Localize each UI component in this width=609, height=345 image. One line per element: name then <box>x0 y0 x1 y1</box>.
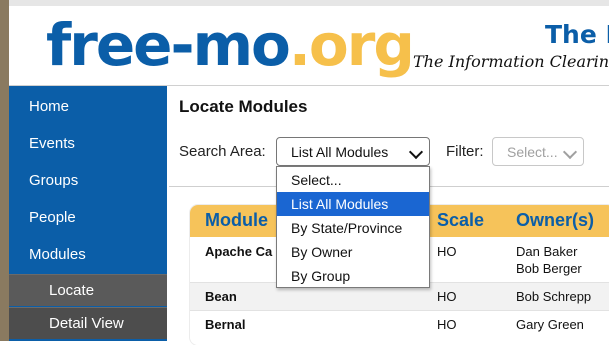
site-title: The I <box>545 20 609 49</box>
dropdown-option-by-owner[interactable]: By Owner <box>277 240 429 264</box>
module-scale: HO <box>437 244 457 259</box>
background-strip <box>0 0 9 341</box>
column-header-owners[interactable]: Owner(s) <box>516 210 594 231</box>
column-header-scale[interactable]: Scale <box>437 210 484 231</box>
dropdown-option-by-state-province[interactable]: By State/Province <box>277 216 429 240</box>
search-area-value: List All Modules <box>291 144 389 160</box>
sidebar-subitem-detail-view[interactable]: Detail View <box>9 307 167 339</box>
dropdown-option-select[interactable]: Select... <box>277 168 429 192</box>
filter-select[interactable]: Select... <box>492 137 584 166</box>
sidebar-subitem-locate[interactable]: Locate <box>9 274 167 306</box>
sidebar-item-home[interactable]: Home <box>9 88 167 125</box>
sidebar-item-events[interactable]: Events <box>9 125 167 162</box>
module-owner[interactable]: Gary Green <box>516 316 584 333</box>
sidebar-nav: Home Events Groups People Modules Locate… <box>9 86 167 341</box>
module-owner[interactable]: Bob Schrepp <box>516 288 591 305</box>
sidebar-item-modules[interactable]: Modules <box>9 236 167 273</box>
module-scale: HO <box>437 317 457 332</box>
search-area-select[interactable]: List All Modules <box>276 137 430 166</box>
module-owner[interactable]: Bob Berger <box>516 260 582 277</box>
site-tagline: The Information Clearing <box>413 52 609 71</box>
module-name[interactable]: Bernal <box>205 316 245 333</box>
logo-tld-text: .org <box>288 11 415 79</box>
page-title: Locate Modules <box>179 97 308 116</box>
sidebar-item-people[interactable]: People <box>9 199 167 236</box>
logo-main-text: free-mo <box>46 11 291 79</box>
chevron-down-icon <box>408 144 424 160</box>
chevron-down-icon <box>562 144 578 160</box>
search-area-dropdown: Select... List All Modules By State/Prov… <box>276 166 430 288</box>
module-name[interactable]: Apache Ca <box>205 243 272 260</box>
module-owner[interactable]: Dan Baker <box>516 243 577 260</box>
column-header-module[interactable]: Module <box>205 210 268 231</box>
search-area-label: Search Area: <box>179 143 266 160</box>
table-row[interactable]: Bernal HO Gary Green <box>190 311 609 345</box>
free-mo-logo[interactable]: free-mo.org <box>46 6 415 84</box>
filter-value: Select... <box>507 144 558 160</box>
module-scale: HO <box>437 289 457 304</box>
module-name[interactable]: Bean <box>205 288 237 305</box>
dropdown-option-by-group[interactable]: By Group <box>277 264 429 288</box>
dropdown-option-list-all-modules[interactable]: List All Modules <box>277 192 429 216</box>
sidebar-item-groups[interactable]: Groups <box>9 162 167 199</box>
filter-label: Filter: <box>446 143 484 160</box>
